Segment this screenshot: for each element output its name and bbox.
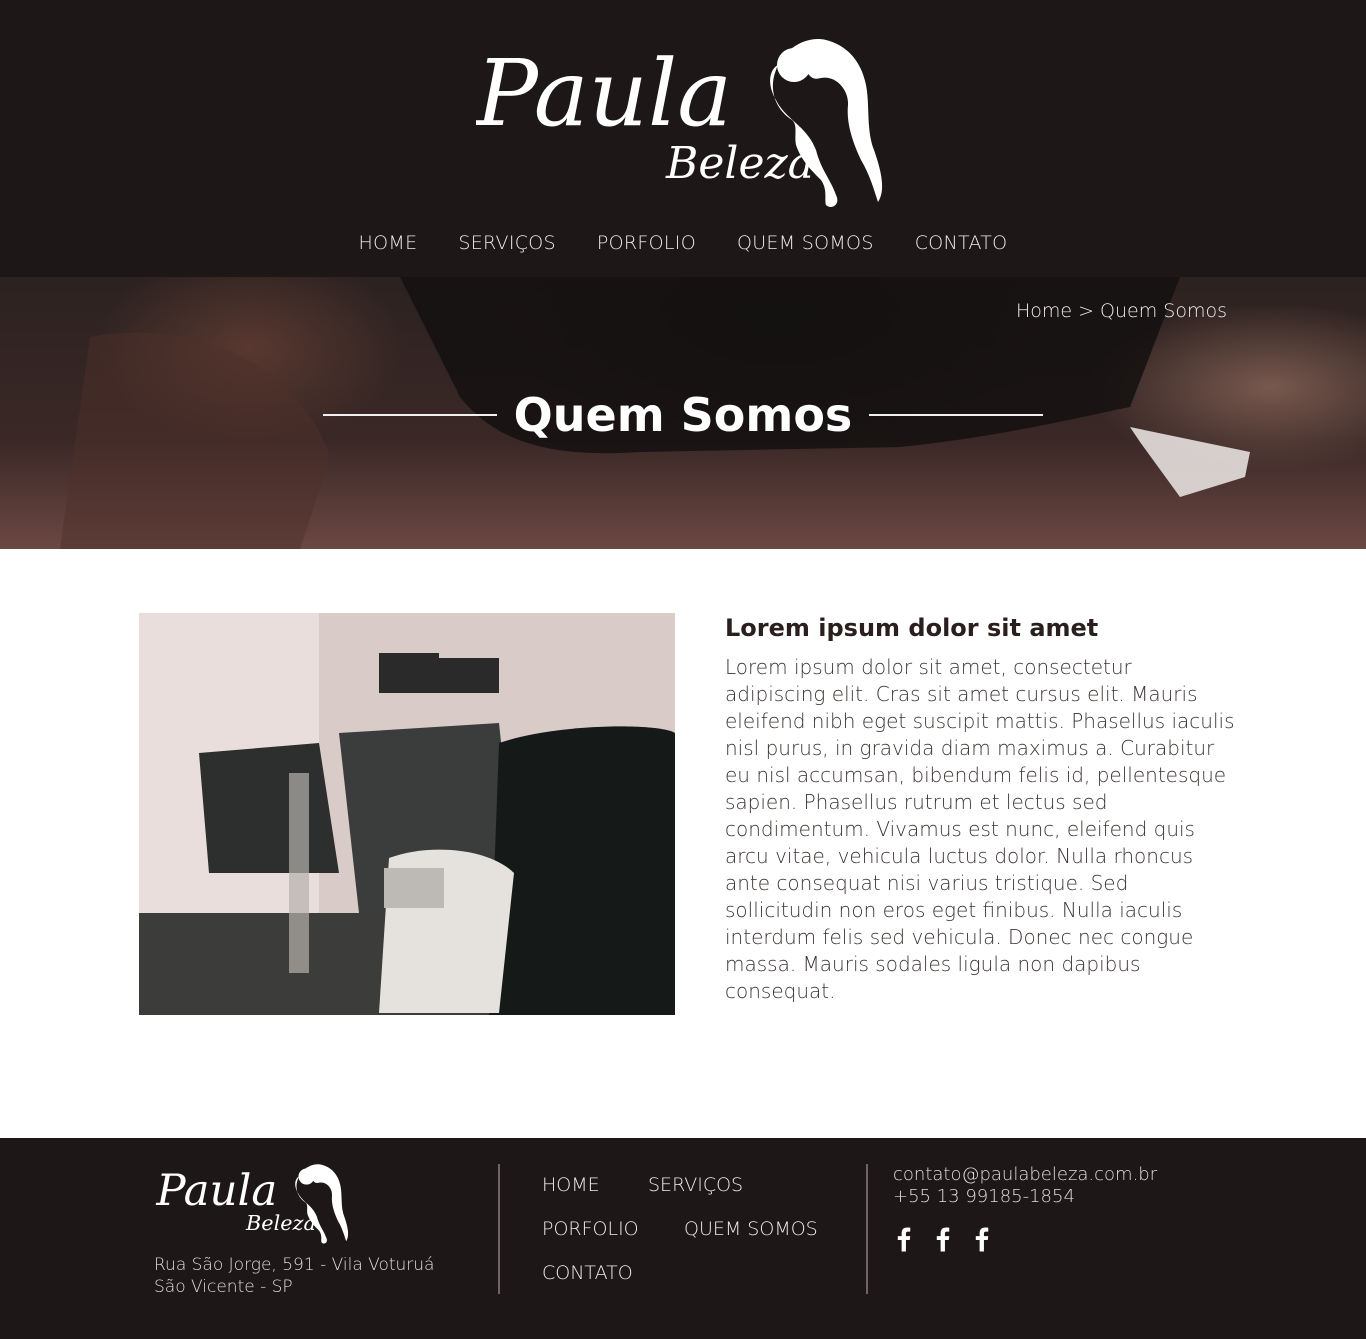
breadcrumb: Home > Quem Somos <box>1016 300 1227 322</box>
hero-title-line-left <box>323 414 497 416</box>
footer-logo[interactable]: Paula Beleza <box>153 1160 358 1245</box>
brand-subname: Beleza <box>665 138 814 189</box>
hero-banner: Home > Quem Somos Quem Somos <box>0 277 1366 549</box>
breadcrumb-separator: > <box>1072 300 1101 322</box>
nav-contato[interactable]: CONTATO <box>915 232 1008 254</box>
footer-logo-graphic: Paula Beleza <box>155 1164 349 1244</box>
facebook-link-1[interactable] <box>893 1224 916 1254</box>
footer-nav-servicos[interactable]: SERVIÇOS <box>648 1174 743 1196</box>
facebook-icon <box>897 1227 911 1252</box>
brand-name: Paula <box>476 40 732 147</box>
address-line-2: São Vicente - SP <box>154 1277 293 1297</box>
footer-contact: contato@paulabeleza.com.br +55 13 99185-… <box>893 1164 1157 1208</box>
hero-title-line-right <box>869 414 1043 416</box>
page-title: Quem Somos <box>513 388 853 442</box>
about-article: Lorem ipsum dolor sit amet Lorem ipsum d… <box>725 614 1235 1005</box>
footer-divider-left <box>498 1164 500 1294</box>
address-line-1: Rua São Jorge, 591 - Vila Voturuá <box>154 1255 435 1275</box>
facebook-link-2[interactable] <box>932 1224 955 1254</box>
brand-logo[interactable]: Paula Beleza <box>474 30 896 210</box>
breadcrumb-home[interactable]: Home <box>1016 300 1072 322</box>
nav-porfolio[interactable]: PORFOLIO <box>597 232 696 254</box>
footer-address: Rua São Jorge, 591 - Vila Voturuá São Vi… <box>154 1254 434 1298</box>
brand-logo-graphic: Paula Beleza <box>474 39 883 207</box>
footer-brand-name: Paula <box>155 1166 277 1216</box>
breadcrumb-current: Quem Somos <box>1100 300 1227 322</box>
barbershop-image <box>139 613 675 1015</box>
main-nav: HOME SERVIÇOS PORFOLIO QUEM SOMOS CONTAT… <box>0 232 1366 254</box>
contact-email[interactable]: contato@paulabeleza.com.br <box>893 1164 1157 1186</box>
site-footer: Paula Beleza Rua São Jorge, 591 - Vila V… <box>0 1138 1366 1339</box>
nav-quem-somos[interactable]: QUEM SOMOS <box>737 232 874 254</box>
footer-nav-porfolio[interactable]: PORFOLIO <box>542 1218 639 1240</box>
facebook-link-3[interactable] <box>971 1224 994 1254</box>
barbershop-photo <box>139 613 675 1015</box>
nav-home[interactable]: HOME <box>359 232 418 254</box>
nav-servicos[interactable]: SERVIÇOS <box>458 232 556 254</box>
facebook-icon <box>936 1227 950 1252</box>
footer-nav-quem-somos[interactable]: QUEM SOMOS <box>684 1218 818 1240</box>
article-heading: Lorem ipsum dolor sit amet <box>725 614 1099 642</box>
site-header: Paula Beleza HOME SERVIÇOS PORFOLIO QUEM… <box>0 0 1366 277</box>
footer-nav-home[interactable]: HOME <box>542 1174 600 1196</box>
footer-nav-contato[interactable]: CONTATO <box>542 1262 633 1284</box>
facebook-icon <box>975 1227 989 1252</box>
footer-brand-subname: Beleza <box>245 1211 316 1235</box>
footer-divider-right <box>866 1164 868 1294</box>
contact-phone[interactable]: +55 13 99185-1854 <box>893 1186 1157 1208</box>
social-links <box>893 1224 994 1254</box>
hero-title-wrap: Quem Somos <box>323 385 1043 445</box>
article-body: Lorem ipsum dolor sit amet, consectetur … <box>725 655 1235 1003</box>
